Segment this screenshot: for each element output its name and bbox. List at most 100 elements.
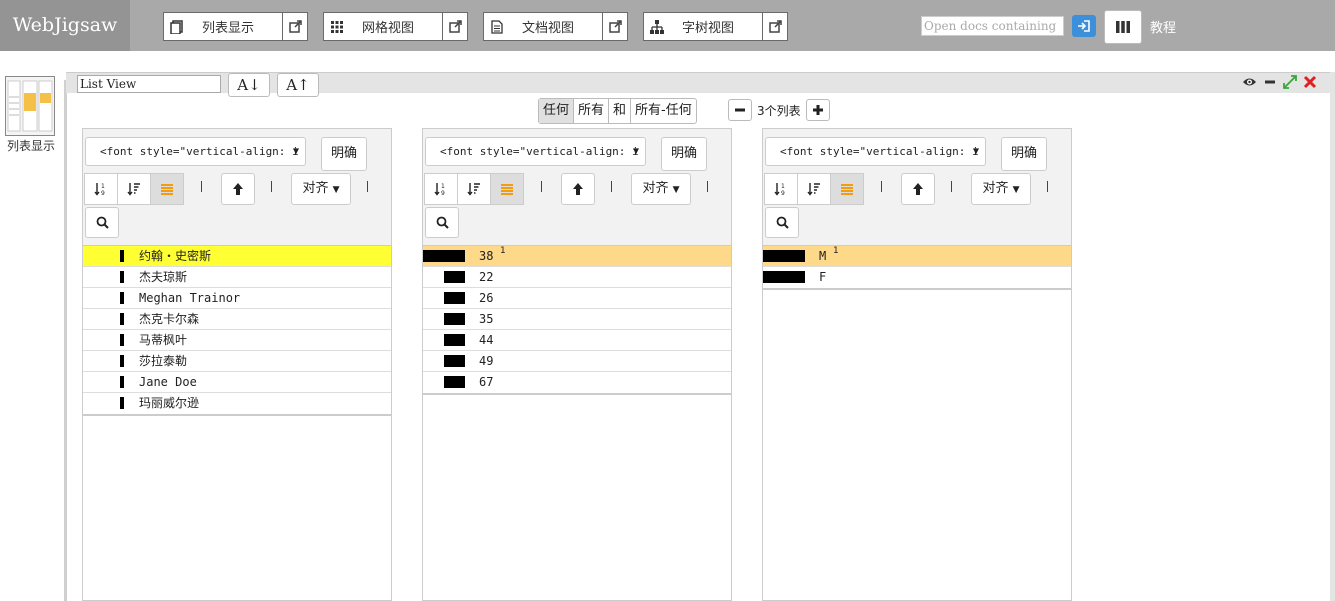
minimize-icon[interactable] [1263, 75, 1277, 93]
align-dropdown[interactable]: 对齐 ▼ [291, 173, 351, 205]
frequency-bar [120, 292, 124, 304]
brand-logo[interactable]: WebJigsaw [0, 0, 130, 51]
arrow-up-icon [913, 183, 923, 195]
list-item[interactable]: F [763, 267, 1071, 288]
view-name-input[interactable]: List View [77, 75, 221, 93]
list-view-thumbnail[interactable] [5, 76, 55, 136]
increase-font-button[interactable]: A↑ [277, 73, 319, 97]
sort-amount-icon [467, 183, 480, 196]
attribute-select-value: <font style="vertical-align: i [780, 145, 979, 158]
move-up-button[interactable] [561, 173, 595, 205]
list-icon [170, 19, 184, 34]
sort-list-button[interactable] [490, 173, 524, 205]
nav-tree-view[interactable]: 字树视图 [643, 12, 788, 41]
list-item[interactable]: 杰夫琼斯 [83, 267, 391, 288]
list-item[interactable]: 玛丽威尔逊 [83, 393, 391, 414]
column-search-button[interactable] [85, 207, 119, 238]
move-up-button[interactable] [901, 173, 935, 205]
sign-in-icon [1078, 20, 1090, 32]
external-link-icon[interactable] [763, 13, 787, 40]
column-controls: <font style="vertical-align: i ▼ 明确 19 对… [83, 129, 391, 246]
divider [951, 181, 952, 192]
list-item[interactable]: 约翰・史密斯 [83, 246, 391, 267]
list-item[interactable]: Meghan Trainor [83, 288, 391, 309]
entity-list: 38 1 22 26 35 44 49 67 [423, 246, 731, 395]
sort-alpha-button[interactable]: 19 [764, 173, 798, 205]
attribute-select[interactable]: <font style="vertical-align: i ▼ [765, 137, 986, 166]
mode-any[interactable]: 任何 [539, 99, 575, 123]
clear-button[interactable]: 明确 [661, 137, 707, 171]
attribute-select-value: <font style="vertical-align: i [440, 145, 639, 158]
frequency-bar [120, 397, 124, 409]
sort-alpha-button[interactable]: 19 [84, 173, 118, 205]
divider [611, 181, 612, 192]
clear-button[interactable]: 明确 [1001, 137, 1047, 171]
nav-tree-view-button[interactable]: 字树视图 [644, 13, 763, 40]
frequency-bar [120, 334, 124, 346]
column-search-button[interactable] [425, 207, 459, 238]
list-item[interactable]: 44 [423, 330, 731, 351]
plus-icon [813, 105, 823, 115]
attribute-select[interactable]: <font style="vertical-align: i ▼ [425, 137, 646, 166]
sort-options: 19 [764, 173, 864, 205]
list-item[interactable]: 35 [423, 309, 731, 330]
list-item[interactable]: 杰克卡尔森 [83, 309, 391, 330]
nav-list-view-button[interactable]: 列表显示 [164, 13, 283, 40]
align-justify-icon [161, 184, 173, 195]
list-item[interactable]: 22 [423, 267, 731, 288]
sort-frequency-button[interactable] [457, 173, 491, 205]
list-item[interactable]: Jane Doe [83, 372, 391, 393]
list-item[interactable]: M1 [763, 246, 1071, 267]
caret-down-icon: ▼ [292, 146, 299, 157]
sort-frequency-button[interactable] [117, 173, 151, 205]
tutorial-link[interactable]: 教程 [1150, 17, 1176, 36]
external-link-icon[interactable] [283, 13, 307, 40]
list-column-3: <font style="vertical-align: i ▼ 明确 19 对… [762, 128, 1072, 601]
move-up-button[interactable] [221, 173, 255, 205]
list-item[interactable]: 马蒂枫叶 [83, 330, 391, 351]
decrease-font-button[interactable]: A↓ [228, 73, 270, 97]
external-link-icon[interactable] [603, 13, 627, 40]
clear-button[interactable]: 明确 [321, 137, 367, 171]
nav-grid-view-button[interactable]: 网格视图 [324, 13, 443, 40]
nav-grid-view[interactable]: 网格视图 [323, 12, 468, 41]
list-item[interactable]: 26 [423, 288, 731, 309]
attribute-select[interactable]: <font style="vertical-align: i ▼ [85, 137, 306, 166]
layout-toggle-button[interactable] [1104, 10, 1142, 44]
list-item-label: 35 [479, 312, 494, 326]
align-dropdown[interactable]: 对齐 ▼ [631, 173, 691, 205]
search-go-button[interactable] [1072, 15, 1096, 37]
external-link-icon[interactable] [443, 13, 467, 40]
resize-icon[interactable] [1283, 75, 1297, 93]
list-item[interactable]: 38 1 [423, 246, 731, 267]
column-controls: <font style="vertical-align: i ▼ 明确 19 对… [423, 129, 731, 246]
columns-icon [1116, 21, 1130, 33]
open-docs-search-input[interactable]: Open docs containing [921, 16, 1064, 36]
add-list-button[interactable] [806, 99, 830, 121]
list-item[interactable]: 莎拉泰勒 [83, 351, 391, 372]
nav-document-view[interactable]: 文档视图 [483, 12, 628, 41]
panel-edge [1330, 72, 1335, 601]
sort-frequency-button[interactable] [797, 173, 831, 205]
svg-text:1: 1 [781, 183, 785, 190]
list-item[interactable]: 67 [423, 372, 731, 393]
eye-icon[interactable] [1242, 75, 1257, 93]
frequency-bar [120, 355, 124, 367]
remove-list-button[interactable] [728, 99, 752, 121]
nav-list-view[interactable]: 列表显示 [163, 12, 308, 41]
mode-and[interactable]: 和 [609, 99, 632, 123]
sort-alpha-icon: 19 [434, 183, 445, 196]
mode-all-any[interactable]: 所有-任何 [631, 99, 696, 123]
close-icon[interactable] [1303, 75, 1317, 93]
list-item[interactable]: 49 [423, 351, 731, 372]
sort-alpha-button[interactable]: 19 [424, 173, 458, 205]
frequency-bar [763, 250, 805, 262]
frequency-bar [444, 313, 465, 325]
sort-list-button[interactable] [830, 173, 864, 205]
sort-list-button[interactable] [150, 173, 184, 205]
mode-all[interactable]: 所有 [574, 99, 610, 123]
svg-text:1: 1 [101, 183, 105, 190]
nav-document-view-button[interactable]: 文档视图 [484, 13, 603, 40]
column-search-button[interactable] [765, 207, 799, 238]
align-dropdown[interactable]: 对齐 ▼ [971, 173, 1031, 205]
